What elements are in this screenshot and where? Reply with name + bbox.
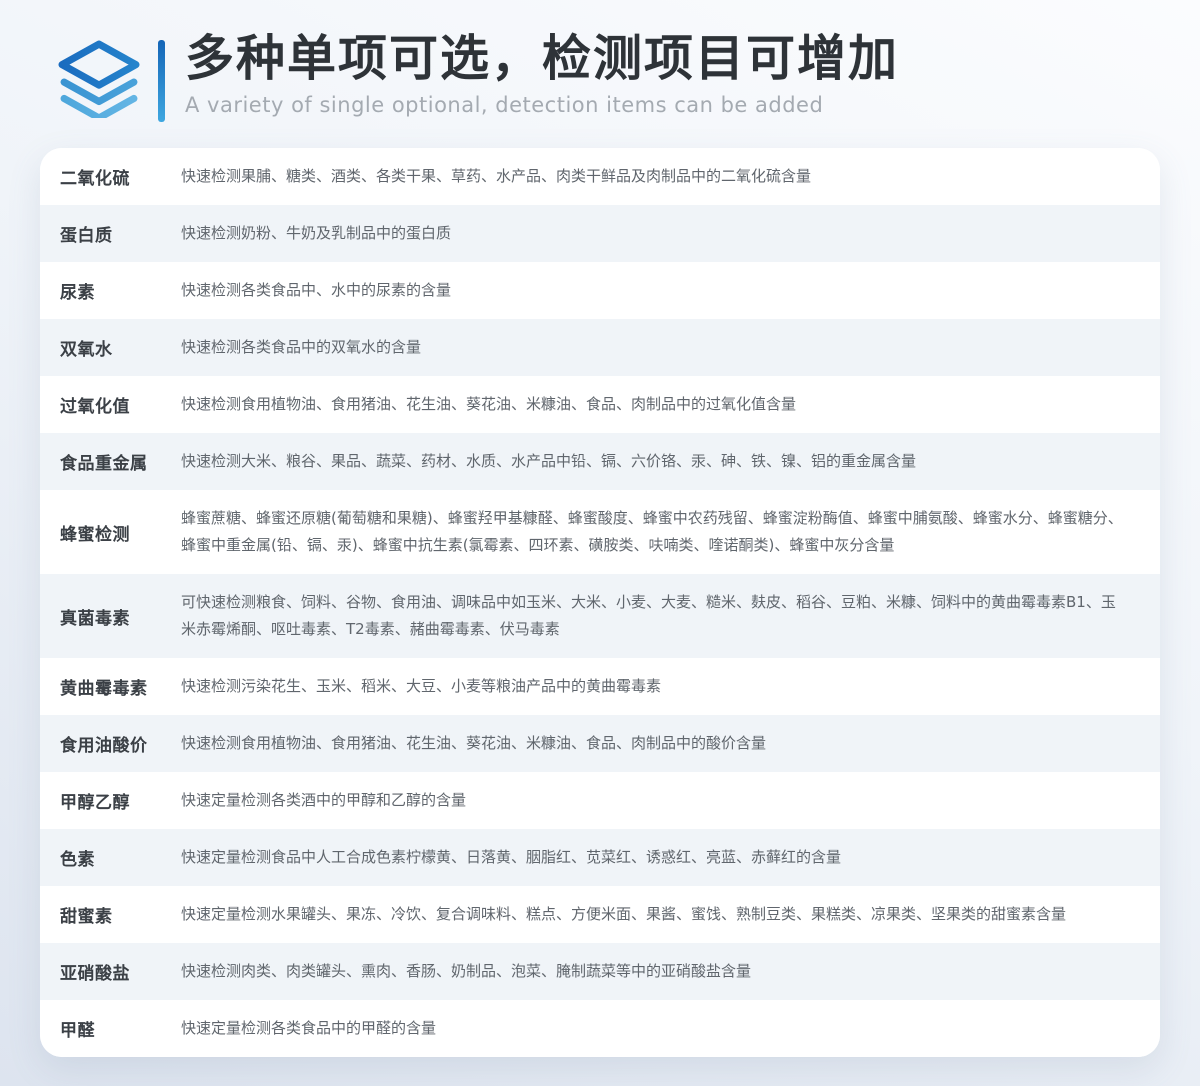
row-label: 亚硝酸盐 xyxy=(60,959,181,984)
row-description: 快速定量检测各类食品中的甲醛的含量 xyxy=(181,1000,1125,1057)
row-label: 甜蜜素 xyxy=(60,902,181,927)
table-row: 蛋白质 快速检测奶粉、牛奶及乳制品中的蛋白质 xyxy=(40,205,1160,262)
row-description: 蜂蜜蔗糖、蜂蜜还原糖(葡萄糖和果糖)、蜂蜜羟甲基糠醛、蜂蜜酸度、蜂蜜中农药残留、… xyxy=(181,490,1125,574)
stacked-layers-diamond-icon xyxy=(58,40,140,118)
row-label: 黄曲霉毒素 xyxy=(60,674,181,699)
table-row: 尿素 快速检测各类食品中、水中的尿素的含量 xyxy=(40,262,1160,319)
accent-divider-bar xyxy=(158,40,165,122)
table-row: 色素 快速定量检测食品中人工合成色素柠檬黄、日落黄、胭脂红、苋菜红、诱惑红、亮蓝… xyxy=(40,829,1160,886)
row-description: 快速检测肉类、肉类罐头、熏肉、香肠、奶制品、泡菜、腌制蔬菜等中的亚硝酸盐含量 xyxy=(181,943,1125,1000)
table-row: 甲醛 快速定量检测各类食品中的甲醛的含量 xyxy=(40,1000,1160,1057)
table-row: 双氧水 快速检测各类食品中的双氧水的含量 xyxy=(40,319,1160,376)
table-row: 甜蜜素 快速定量检测水果罐头、果冻、冷饮、复合调味料、糕点、方便米面、果酱、蜜饯… xyxy=(40,886,1160,943)
row-description: 快速定量检测食品中人工合成色素柠檬黄、日落黄、胭脂红、苋菜红、诱惑红、亮蓝、赤藓… xyxy=(181,829,1125,886)
table-row: 二氧化硫 快速检测果脯、糖类、酒类、各类干果、草药、水产品、肉类干鲜品及肉制品中… xyxy=(40,148,1160,205)
table-row: 蜂蜜检测 蜂蜜蔗糖、蜂蜜还原糖(葡萄糖和果糖)、蜂蜜羟甲基糠醛、蜂蜜酸度、蜂蜜中… xyxy=(40,490,1160,574)
row-label: 蛋白质 xyxy=(60,221,181,246)
row-description: 快速检测大米、粮谷、果品、蔬菜、药材、水质、水产品中铅、镉、六价铬、汞、砷、铁、… xyxy=(181,433,1125,490)
page-subtitle: A variety of single optional, detection … xyxy=(185,93,899,117)
row-description: 快速定量检测各类酒中的甲醇和乙醇的含量 xyxy=(181,772,1125,829)
table-row: 真菌毒素 可快速检测粮食、饲料、谷物、食用油、调味品中如玉米、大米、小麦、大麦、… xyxy=(40,574,1160,658)
row-label: 食品重金属 xyxy=(60,449,181,474)
header: 多种单项可选，检测项目可增加 A variety of single optio… xyxy=(0,0,1200,148)
table-row: 甲醇乙醇 快速定量检测各类酒中的甲醇和乙醇的含量 xyxy=(40,772,1160,829)
page: 多种单项可选，检测项目可增加 A variety of single optio… xyxy=(0,0,1200,1086)
table-row: 黄曲霉毒素 快速检测污染花生、玉米、稻米、大豆、小麦等粮油产品中的黄曲霉毒素 xyxy=(40,658,1160,715)
row-description: 快速检测各类食品中的双氧水的含量 xyxy=(181,319,1125,376)
row-label: 蜂蜜检测 xyxy=(60,520,181,545)
detection-items-table: 二氧化硫 快速检测果脯、糖类、酒类、各类干果、草药、水产品、肉类干鲜品及肉制品中… xyxy=(40,148,1160,1057)
row-label: 色素 xyxy=(60,845,181,870)
row-description: 快速检测奶粉、牛奶及乳制品中的蛋白质 xyxy=(181,205,1125,262)
header-text: 多种单项可选，检测项目可增加 A variety of single optio… xyxy=(185,30,899,117)
page-title: 多种单项可选，检测项目可增加 xyxy=(185,32,899,86)
row-label: 甲醇乙醇 xyxy=(60,788,181,813)
row-label: 过氧化值 xyxy=(60,392,181,417)
row-description: 快速检测污染花生、玉米、稻米、大豆、小麦等粮油产品中的黄曲霉毒素 xyxy=(181,658,1125,715)
table-row: 食品重金属 快速检测大米、粮谷、果品、蔬菜、药材、水质、水产品中铅、镉、六价铬、… xyxy=(40,433,1160,490)
table-row: 亚硝酸盐 快速检测肉类、肉类罐头、熏肉、香肠、奶制品、泡菜、腌制蔬菜等中的亚硝酸… xyxy=(40,943,1160,1000)
row-label: 甲醛 xyxy=(60,1016,181,1041)
row-description: 快速检测果脯、糖类、酒类、各类干果、草药、水产品、肉类干鲜品及肉制品中的二氧化硫… xyxy=(181,148,1125,205)
row-description: 可快速检测粮食、饲料、谷物、食用油、调味品中如玉米、大米、小麦、大麦、糙米、麸皮… xyxy=(181,574,1125,658)
row-label: 双氧水 xyxy=(60,335,181,360)
row-label: 真菌毒素 xyxy=(60,604,181,629)
row-label: 食用油酸价 xyxy=(60,731,181,756)
table-row: 过氧化值 快速检测食用植物油、食用猪油、花生油、葵花油、米糠油、食品、肉制品中的… xyxy=(40,376,1160,433)
row-label: 二氧化硫 xyxy=(60,164,181,189)
row-description: 快速检测食用植物油、食用猪油、花生油、葵花油、米糠油、食品、肉制品中的过氧化值含… xyxy=(181,376,1125,433)
table-row: 食用油酸价 快速检测食用植物油、食用猪油、花生油、葵花油、米糠油、食品、肉制品中… xyxy=(40,715,1160,772)
row-description: 快速检测各类食品中、水中的尿素的含量 xyxy=(181,262,1125,319)
row-description: 快速定量检测水果罐头、果冻、冷饮、复合调味料、糕点、方便米面、果酱、蜜饯、熟制豆… xyxy=(181,886,1125,943)
row-description: 快速检测食用植物油、食用猪油、花生油、葵花油、米糠油、食品、肉制品中的酸价含量 xyxy=(181,715,1125,772)
row-label: 尿素 xyxy=(60,278,181,303)
